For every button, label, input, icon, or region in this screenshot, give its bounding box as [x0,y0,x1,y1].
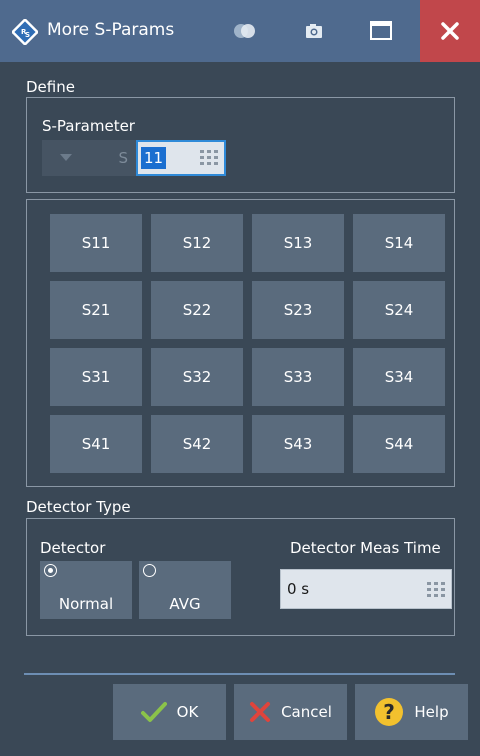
cancel-button[interactable]: Cancel [234,684,347,740]
close-button[interactable] [420,0,480,62]
sparam-button-s34[interactable]: S34 [353,348,445,406]
chevron-down-icon [60,154,72,161]
sparam-index-value: 11 [141,147,167,169]
sparam-button-s32[interactable]: S32 [151,348,243,406]
detector-type-section-label: Detector Type [26,498,131,516]
detector-normal-radio[interactable]: Normal [40,561,132,619]
transparency-toggle-icon[interactable] [232,22,258,40]
title-bar[interactable]: R S More S-Params [0,0,480,62]
detector-label: Detector [40,539,106,557]
cancel-x-icon [250,702,271,722]
detector-avg-label: AVG [169,595,201,613]
sparam-button-s12[interactable]: S12 [151,214,243,272]
sparam-button-s43[interactable]: S43 [252,415,344,473]
help-label: Help [414,703,449,721]
keypad-icon[interactable] [200,150,218,166]
sparam-button-s31[interactable]: S31 [50,348,142,406]
svg-text:?: ? [384,700,396,724]
sparam-prefix-dropdown[interactable]: S [42,140,136,176]
help-button[interactable]: ? Help [355,684,468,740]
sparam-index-input[interactable]: 11 [136,140,226,176]
detector-avg-radio[interactable]: AVG [139,561,231,619]
ok-button[interactable]: OK [113,684,226,740]
sparam-button-s11[interactable]: S11 [50,214,142,272]
sparam-button-s21[interactable]: S21 [50,281,142,339]
detector-normal-label: Normal [58,595,114,613]
checkmark-icon [140,702,167,722]
camera-icon[interactable] [305,22,323,40]
svg-text:S: S [25,31,30,39]
sparameter-label: S-Parameter [42,117,135,135]
cancel-label: Cancel [281,703,332,721]
radio-selected-icon [44,564,57,577]
app-logo-icon: R S [12,19,38,45]
divider [24,673,455,675]
sparam-button-s44[interactable]: S44 [353,415,445,473]
sparam-button-s42[interactable]: S42 [151,415,243,473]
ok-label: OK [176,703,199,721]
sparam-button-s13[interactable]: S13 [252,214,344,272]
close-icon [441,22,459,40]
help-icon: ? [375,698,404,726]
detector-meas-time-input[interactable]: 0 s [280,569,452,609]
define-section-label: Define [26,78,75,96]
keypad-icon[interactable] [427,582,445,598]
sparam-button-s14[interactable]: S14 [353,214,445,272]
sparam-prefix-value: S [118,149,128,167]
sparam-button-s41[interactable]: S41 [50,415,142,473]
sparam-button-s24[interactable]: S24 [353,281,445,339]
sparam-button-s33[interactable]: S33 [252,348,344,406]
maximize-icon[interactable] [370,21,392,40]
detector-meas-time-value: 0 s [287,580,310,598]
radio-unselected-icon [143,564,156,577]
sparam-button-s22[interactable]: S22 [151,281,243,339]
window-title: More S-Params [47,20,175,40]
sparam-button-s23[interactable]: S23 [252,281,344,339]
detector-meas-time-label: Detector Meas Time [290,539,441,557]
